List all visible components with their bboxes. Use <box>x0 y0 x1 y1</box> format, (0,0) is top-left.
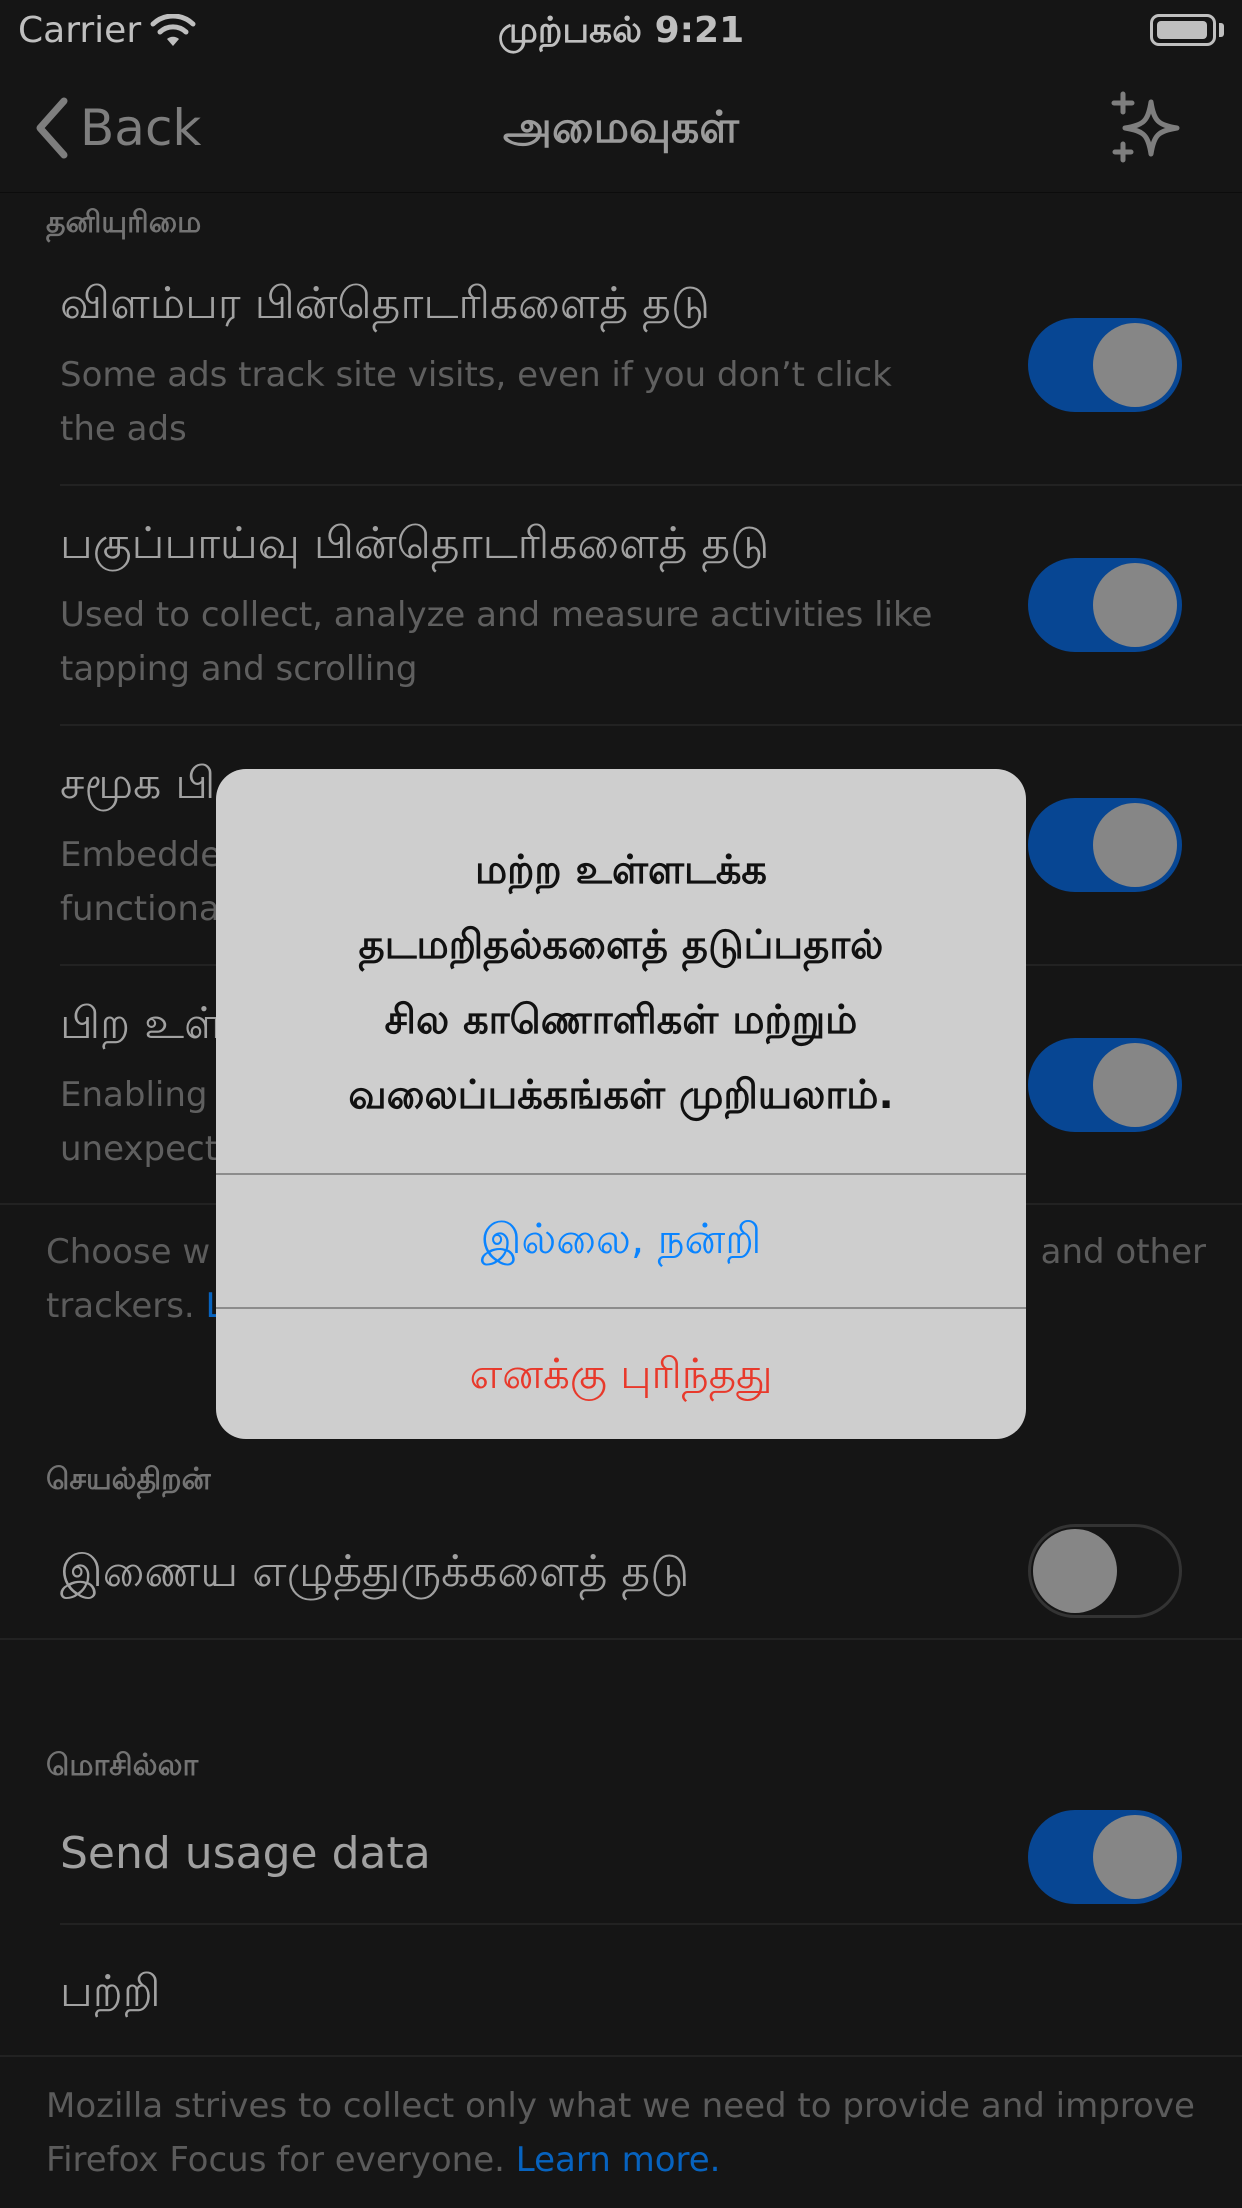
alert-message-line: மற்ற உள்ளடக்க <box>474 847 768 893</box>
alert-message-line: தடமறிதல்களைத் தடுப்பதால் <box>358 922 884 968</box>
alert-message-line: வலைப்பக்கங்கள் முறியலாம். <box>348 1072 894 1118</box>
alert-dialog: மற்ற உள்ளடக்க தடமறிதல்களைத் தடுப்பதால் ச… <box>216 769 1026 1439</box>
alert-cancel-button[interactable]: இல்லை, நன்றி <box>216 1173 1026 1305</box>
alert-confirm-button[interactable]: எனக்கு புரிந்தது <box>216 1309 1026 1439</box>
alert-message-line: சில காணொளிகள் மற்றும் <box>384 997 858 1043</box>
alert-message: மற்ற உள்ளடக்க தடமறிதல்களைத் தடுப்பதால் ச… <box>256 833 986 1133</box>
